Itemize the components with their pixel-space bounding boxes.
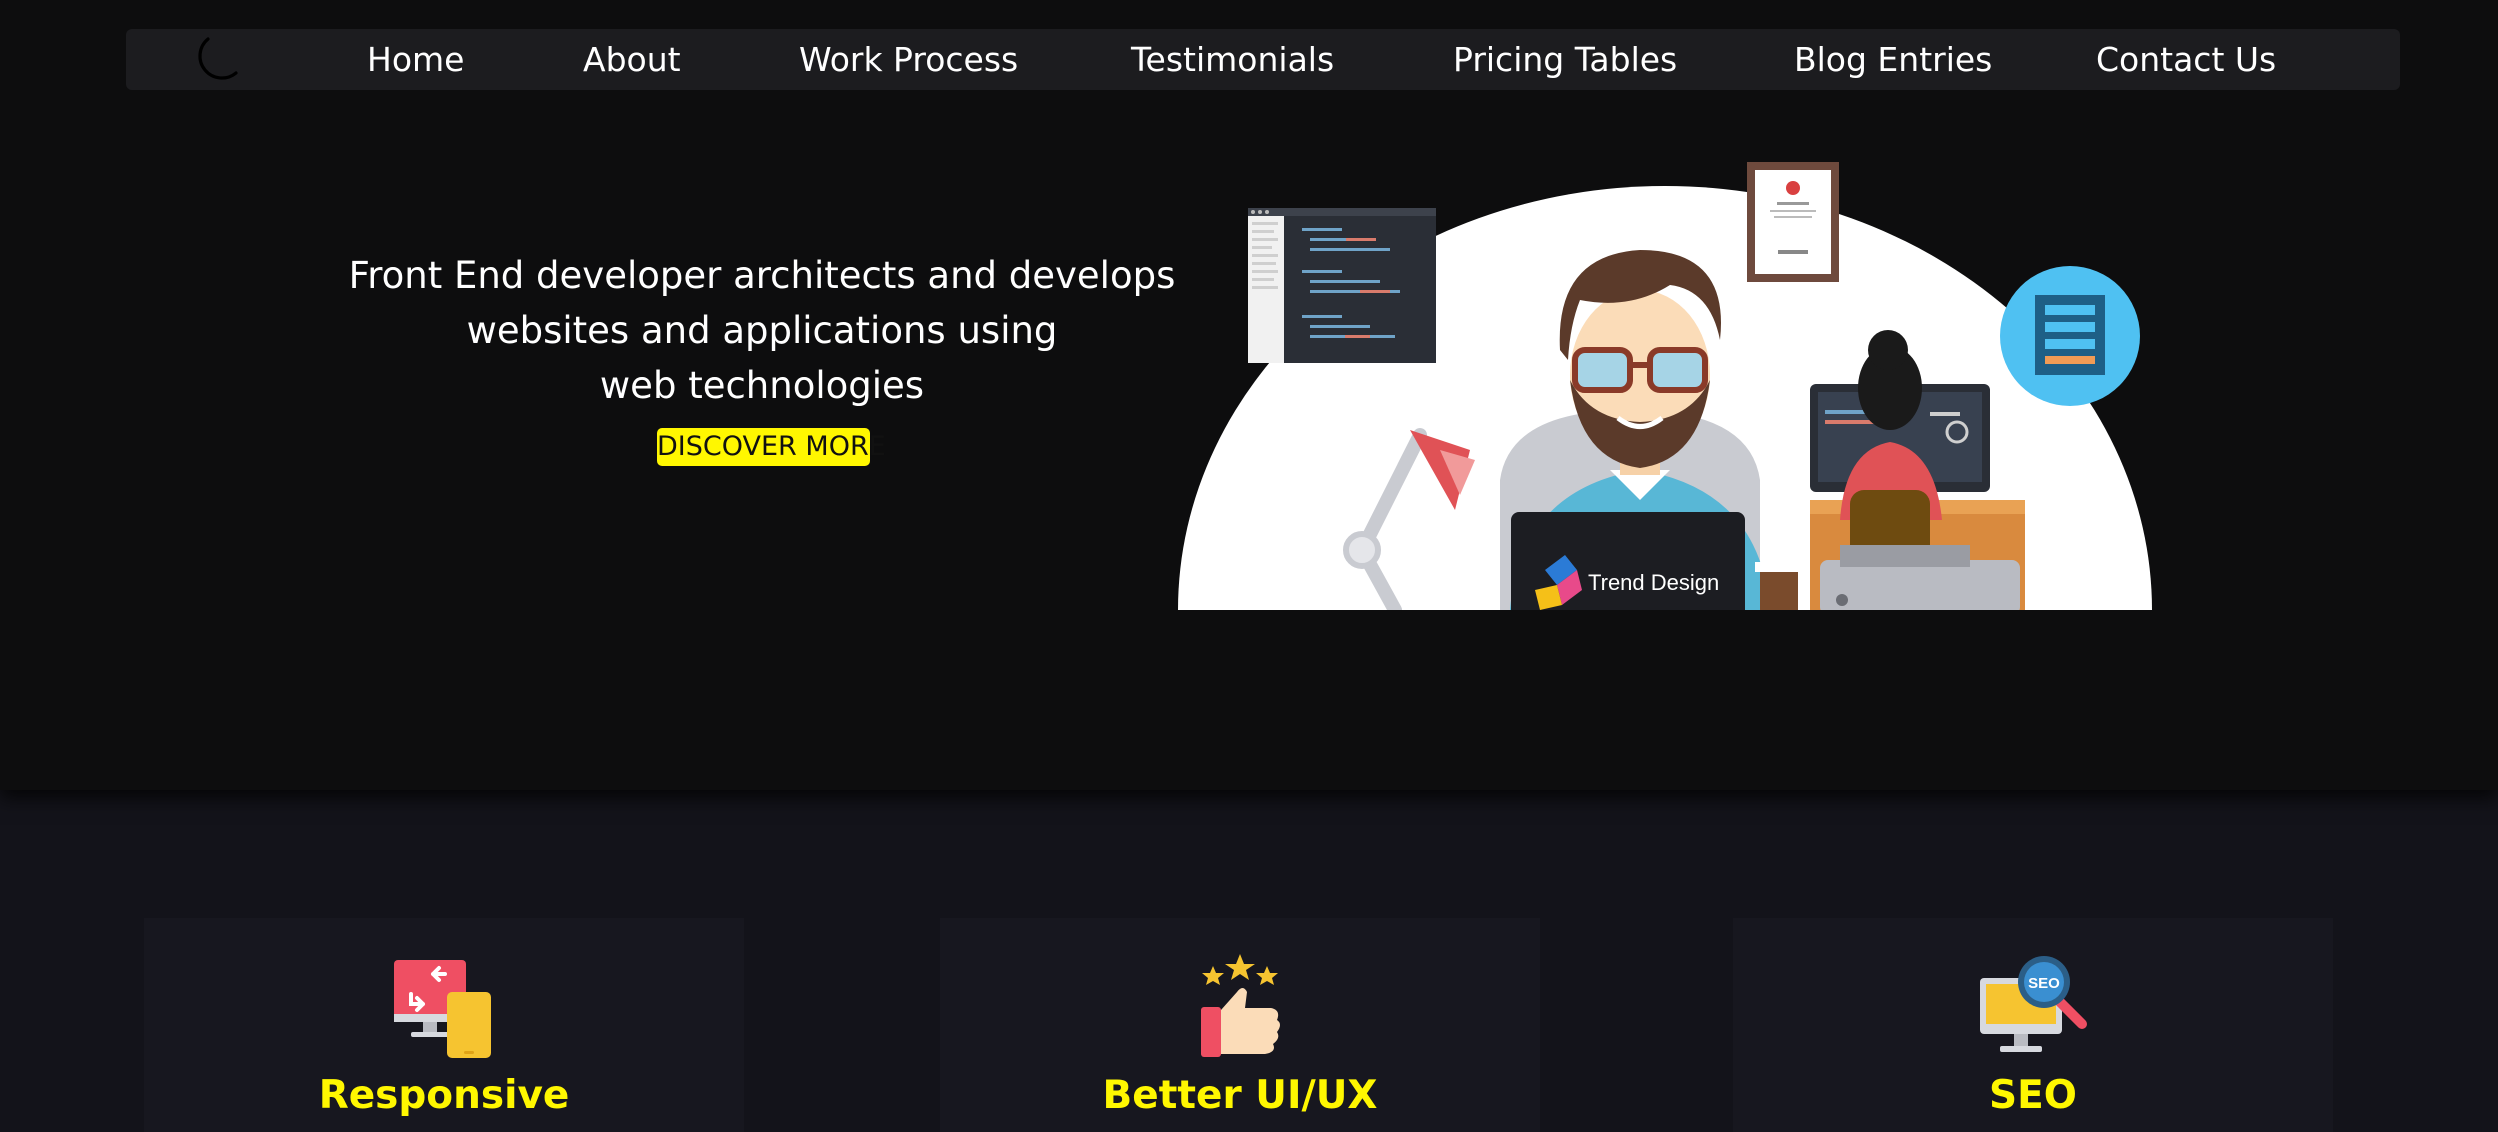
- feature-title-responsive: Responsive: [318, 1073, 570, 1118]
- moon-icon: [198, 37, 238, 80]
- hero-line-3: web technologies: [599, 364, 925, 407]
- code-window-graphic: [1248, 208, 1436, 363]
- laptop-brand-text: Trend Design: [1588, 570, 1719, 595]
- hero-line-2: websites and applications using: [466, 309, 1058, 352]
- developer-illustration: Trend Design: [1178, 162, 2152, 610]
- nav-home[interactable]: Home: [367, 29, 464, 90]
- feature-card-seo: SEO SEO: [1733, 918, 2333, 1132]
- seo-badge-text: SEO: [2028, 975, 2060, 992]
- thumbs-up-stars-icon: [1201, 954, 1280, 1057]
- feature-title-ui-ux: Better UI/UX: [1102, 1073, 1378, 1118]
- nav-testimonials[interactable]: Testimonials: [1131, 29, 1334, 90]
- responsive-devices-icon: [394, 960, 491, 1058]
- nav-blog-entries[interactable]: Blog Entries: [1794, 29, 1992, 90]
- theme-toggle-button[interactable]: [186, 33, 242, 87]
- navbar: Home About Work Process Testimonials Pri…: [126, 29, 2400, 90]
- hero-headline: Front End developer architects and devel…: [330, 248, 1194, 413]
- laptop-graphic: Trend Design: [1511, 512, 1745, 610]
- certificate-frame-graphic: [1747, 162, 1839, 282]
- nav-contact-us[interactable]: Contact Us: [2096, 29, 2276, 90]
- app-icon-graphic: [2000, 266, 2140, 406]
- nav-about[interactable]: About: [583, 29, 681, 90]
- feature-title-seo: SEO: [1989, 1073, 2077, 1118]
- feature-card-responsive: Responsive: [144, 918, 744, 1132]
- feature-card-ui-ux: Better UI/UX: [940, 918, 1540, 1132]
- seo-monitor-icon: SEO: [1980, 956, 2087, 1052]
- hero-section: Home About Work Process Testimonials Pri…: [0, 0, 2498, 790]
- discover-more-button[interactable]: DISCOVER MORE: [657, 428, 886, 466]
- nav-pricing-tables[interactable]: Pricing Tables: [1453, 29, 1677, 90]
- hero-line-1: Front End developer architects and devel…: [348, 254, 1176, 297]
- nav-work-process[interactable]: Work Process: [799, 29, 1018, 90]
